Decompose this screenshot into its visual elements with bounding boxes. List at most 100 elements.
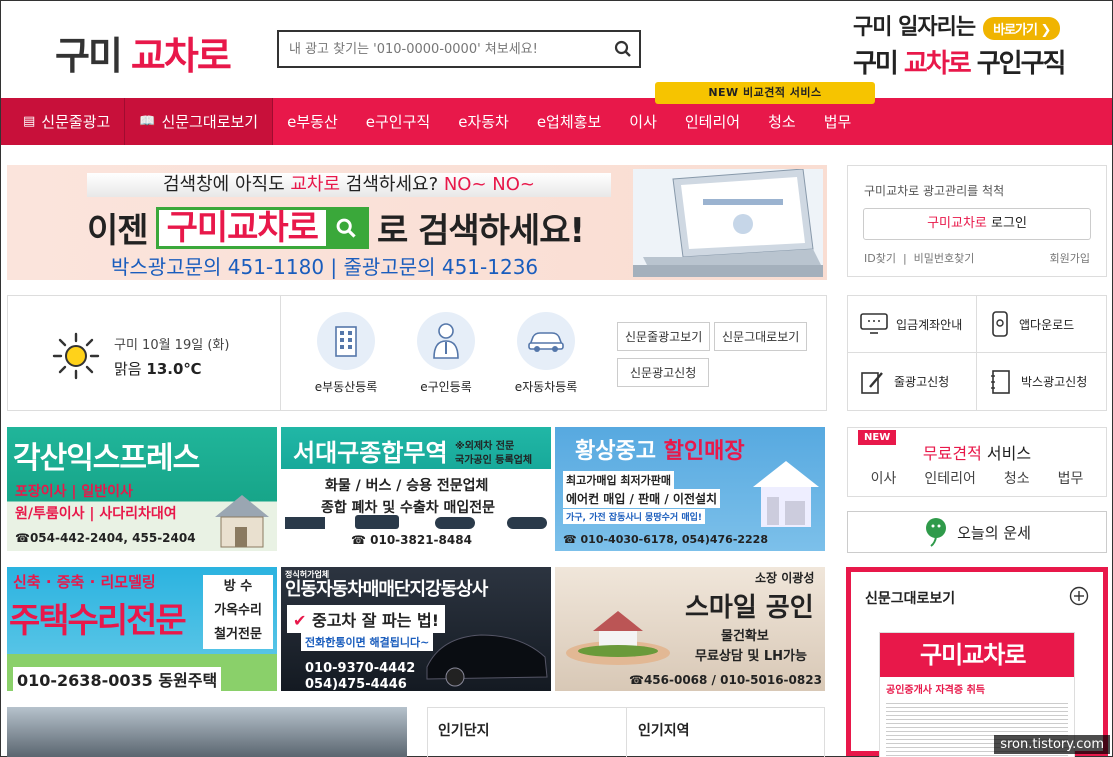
plus-circle-icon[interactable] — [1069, 586, 1089, 606]
newspaper-icon: ▤ — [23, 114, 36, 129]
estimate-interior[interactable]: 인테리어 — [910, 468, 990, 488]
estimate-legal[interactable]: 법무 — [1044, 468, 1098, 488]
newspaper-ad-apply-button[interactable]: 신문광고신청 — [617, 358, 710, 387]
search-promo-banner[interactable]: 검색창에 아직도 교차로 검색하세요? NO~ NO~ 이젠 구미교차로 로 검… — [7, 165, 827, 280]
car-image — [426, 634, 548, 687]
ad-smile-realty[interactable]: 소장 이광성 스마일 공인 물건확보 무료상담 및 LH가능 ☎456-0068… — [555, 567, 825, 691]
job-ad-banner[interactable]: 구미 일자리는 바로가기 ❯ 구미 교차로 구인구직 — [853, 9, 1101, 79]
book-icon: 📖 — [139, 114, 156, 129]
search-input[interactable] — [279, 33, 607, 65]
find-links: ID찾기 | 비밀번호찾기 — [864, 252, 975, 265]
banner-box-text: 구미교차로 — [166, 207, 319, 248]
banner-main-a: 이젠 — [87, 211, 149, 251]
quick-menu: 입금계좌안내 앱다운로드 줄광고신청 박스광고신청 — [847, 295, 1107, 411]
logo-part1: 구미 — [55, 34, 123, 78]
quick-label: 앱다운로드 — [1019, 317, 1075, 332]
monitor-icon — [860, 313, 888, 334]
daily-fortune-button[interactable]: 오늘의 운세 — [847, 511, 1107, 553]
ad-title: 인동자동차매매단지강동상사 — [285, 579, 488, 600]
nav-moving[interactable]: 이사 — [615, 98, 671, 145]
site-logo[interactable]: 구미 교차로 — [55, 25, 232, 80]
banner-q-d: NO~ NO~ — [443, 174, 535, 195]
login-button[interactable]: 구미교차로 로그인 — [863, 208, 1091, 240]
search-bar — [277, 30, 641, 68]
thumb-headline: 공인중개사 자격증 취득 — [886, 685, 985, 696]
estimate-moving[interactable]: 이사 — [857, 468, 911, 488]
banner-q-b: 교차로 — [290, 174, 341, 195]
ad-house-repair[interactable]: 신축 · 증축 · 리모델링 주택수리전문 방 수 가옥수리 철거전문 010-… — [7, 567, 277, 691]
watermark: sron.tistory.com — [994, 735, 1110, 754]
ad-seodaegu-trade[interactable]: 서대구종합무역 ※외제차 전문 국가공인 등록업체 화물 / 버스 / 승용 전… — [281, 427, 551, 551]
quick-label: 입금계좌안내 — [896, 317, 963, 332]
ad-hwangsang-used[interactable]: 황상중고 할인매장 최고가매입 최저가판매 에어컨 매입 / 판매 / 이전설치… — [555, 427, 825, 551]
popular-panel: 인기단지 인기지역 — [427, 707, 825, 757]
nav-e-cars[interactable]: e자동차 — [444, 98, 523, 145]
ad-title-b: 할인매장 — [663, 439, 745, 464]
estimate-title: 무료견적 서비스 — [848, 440, 1106, 464]
line-ad-apply-button[interactable]: 줄광고신청 — [848, 353, 977, 410]
nav-legal[interactable]: 법무 — [810, 98, 866, 145]
vehicles-icon — [285, 515, 547, 529]
newspaper-view-panel[interactable]: 신문그대로보기 구미교차로 공인중개사 자격증 취득 — [846, 567, 1108, 757]
register-label: e자동차등록 — [514, 380, 578, 394]
estimate-items: 이사 인테리어 청소 법무 — [848, 468, 1106, 488]
fortune-label: 오늘의 운세 — [957, 523, 1031, 542]
weather-register-panel: 구미 10월 19일 (화) 맑음 13.0℃ e부동산등록 e구인등록 e자동… — [7, 295, 827, 411]
ad-phone: 010-2638-0035 동원주택 — [13, 667, 222, 691]
register-car[interactable]: e자동차등록 — [501, 312, 591, 395]
ad-title: 서대구종합무역 — [293, 439, 448, 467]
job-ad-line2c: 구인구직 — [969, 49, 1067, 79]
estimate-title-b: 서비스 — [981, 444, 1032, 463]
estimate-cleaning[interactable]: 청소 — [990, 468, 1044, 488]
ad-gaksan-express[interactable]: 각산익스프레스 포장이사 | 일반이사 원/투룸이사 | 사다리차대여 ☎054… — [7, 427, 277, 551]
notebook-icon — [991, 369, 1010, 394]
search-button[interactable] — [607, 33, 639, 65]
clover-icon — [926, 518, 947, 547]
ad-title: 각산익스프레스 — [13, 441, 200, 476]
box-ad-apply-button[interactable]: 박스광고신청 — [977, 353, 1106, 410]
banner-main: 이젠 구미교차로 로 검색하세요! — [87, 203, 585, 252]
weather-temp-value: 13.0℃ — [146, 360, 202, 378]
smartphone-icon — [992, 311, 1008, 337]
find-id-link[interactable]: ID찾기 — [864, 252, 896, 265]
hands-house-icon — [566, 611, 670, 665]
ad-l1: 중고차 잘 파는 법! — [311, 611, 440, 630]
register-label: e구인등록 — [420, 380, 472, 394]
ad-line: 포장이사 | 일반이사 — [15, 484, 133, 500]
nav-label: 신문줄광고 — [41, 113, 111, 131]
nav-newspaper-line-ads[interactable]: ▤ 신문줄광고 — [1, 98, 126, 145]
ad-phone: 054)475-4446 — [305, 677, 407, 691]
nav-e-business[interactable]: e업체홍보 — [523, 98, 615, 145]
newspaper-view-button[interactable]: 신문그대로보기 — [714, 322, 808, 351]
paper-title: 신문그대로보기 — [865, 591, 956, 607]
job-ad-line2b: 교차로 — [903, 49, 972, 79]
login-btn-a: 구미교차로 — [927, 216, 987, 231]
ad-line: 전화한통이면 해결됩니다~ — [301, 633, 434, 651]
nav-interior[interactable]: 인테리어 — [671, 98, 754, 145]
ad-line: 최고가매입 최저가판매 — [563, 471, 675, 489]
register-job[interactable]: e구인등록 — [401, 312, 491, 395]
search-icon — [325, 208, 366, 247]
signup-link[interactable]: 회원가입 — [1050, 250, 1090, 266]
go-button[interactable]: 바로가기 ❯ — [983, 16, 1061, 40]
login-btn-b: 로그인 — [986, 216, 1027, 231]
building-photo[interactable] — [7, 707, 407, 757]
ad-line: 무료상담 및 LH가능 — [695, 649, 807, 664]
app-download-button[interactable]: 앱다운로드 — [977, 296, 1106, 353]
quick-label: 박스광고신청 — [1021, 375, 1088, 389]
find-password-link[interactable]: 비밀번호찾기 — [914, 252, 975, 265]
ad-phone: ☎ 010-4030-6178, 054)476-2228 — [563, 533, 768, 546]
nav-e-jobs[interactable]: e구인구직 — [352, 98, 444, 145]
deposit-account-button[interactable]: 입금계좌안내 — [848, 296, 977, 353]
newspaper-line-ad-view-button[interactable]: 신문줄광고보기 — [617, 322, 711, 351]
register-realestate[interactable]: e부동산등록 — [301, 312, 391, 395]
popular-complex-tab[interactable]: 인기단지 — [438, 720, 490, 740]
nav-e-realestate[interactable]: e부동산 — [273, 98, 352, 145]
quick-label: 줄광고신청 — [894, 375, 950, 389]
nav-cleaning[interactable]: 청소 — [754, 98, 810, 145]
job-ad-line2a: 구미 — [853, 49, 904, 79]
popular-region-tab[interactable]: 인기지역 — [638, 720, 690, 740]
ad-title-a: 황상중고 — [575, 439, 656, 464]
ad-gangdong-cars[interactable]: 정식허가업체 인동자동차매매단지강동상사 ✔ 중고차 잘 파는 법! 전화한통이… — [281, 567, 551, 691]
nav-newspaper-view[interactable]: 📖 신문그대로보기 — [125, 98, 274, 145]
